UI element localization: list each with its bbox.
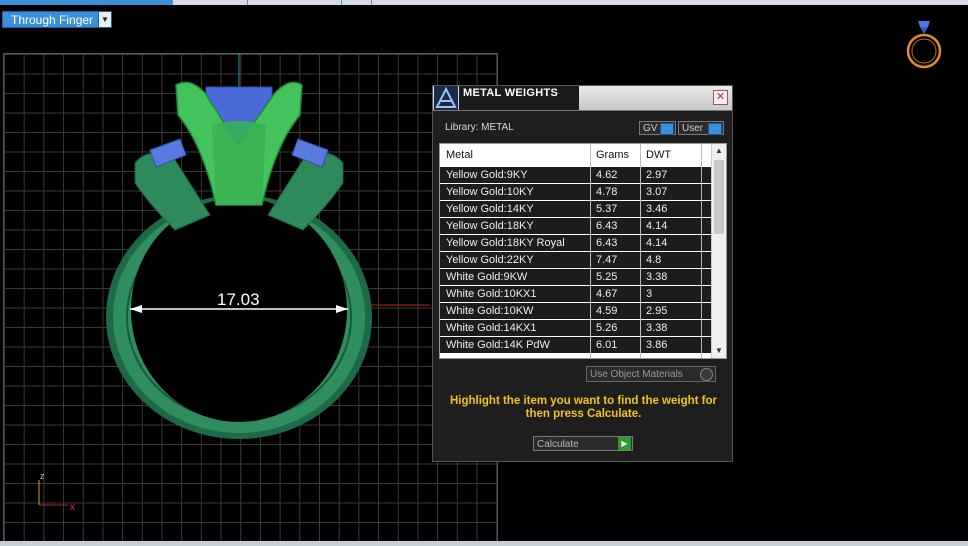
table-row[interactable]: White Gold:10KX1 4.67 3 xyxy=(440,286,712,302)
scroll-down-icon[interactable]: ▼ xyxy=(712,344,726,358)
calculate-button[interactable]: Calculate ▶ xyxy=(533,436,633,451)
cell-grams: 6.01 xyxy=(596,339,618,351)
cell-metal: Yellow Gold:18KY Royal xyxy=(446,237,565,249)
user-toggle[interactable]: User xyxy=(678,121,724,135)
toggle-knob xyxy=(660,123,674,135)
metal-table[interactable]: Metal Grams DWT Yellow Gold:9KY 4.62 2.97 Y… xyxy=(439,143,727,359)
user-toggle-label: User xyxy=(682,123,704,134)
axis-x-label: x xyxy=(70,502,75,513)
cell-dwt: 3.38 xyxy=(646,271,668,283)
cell-metal: Yellow Gold:9KY xyxy=(446,169,528,181)
cell-grams: 5.26 xyxy=(596,322,618,334)
column-divider xyxy=(701,144,702,358)
cell-dwt: 2.95 xyxy=(646,305,668,317)
cell-dwt: 4.14 xyxy=(646,220,668,232)
scroll-thumb[interactable] xyxy=(714,160,724,234)
cell-dwt: 3.86 xyxy=(646,339,668,351)
cell-metal: White Gold:14K PdW xyxy=(446,339,550,351)
cell-grams: 4.67 xyxy=(596,288,618,300)
cell-metal: White Gold:10KX1 xyxy=(446,288,537,300)
cell-dwt: 2.97 xyxy=(646,169,668,181)
table-row[interactable]: Yellow Gold:18KY 6.43 4.14 xyxy=(440,218,712,234)
toggle-knob xyxy=(708,123,722,135)
status-strip xyxy=(0,541,968,546)
table-row[interactable]: Yellow Gold:10KY 4.78 3.07 xyxy=(440,184,712,200)
column-header-grams[interactable]: Grams xyxy=(596,149,629,161)
ring-view-icon[interactable] xyxy=(902,17,946,73)
cell-grams: 6.43 xyxy=(596,237,618,249)
table-row[interactable]: Yellow Gold:9KY 4.62 2.97 xyxy=(440,167,712,183)
cell-metal: White Gold:10KW xyxy=(446,305,534,317)
axis-z-label: z xyxy=(40,471,45,481)
cell-metal: Yellow Gold:18KY xyxy=(446,220,534,232)
cell-metal: Yellow Gold:22KY xyxy=(446,254,534,266)
cell-metal: Yellow Gold:14KY xyxy=(446,203,534,215)
cell-grams: 4.59 xyxy=(596,305,618,317)
table-header: Metal Grams DWT xyxy=(440,144,712,167)
radio-knob xyxy=(700,368,713,381)
cell-metal: White Gold:9KW xyxy=(446,271,528,283)
cell-metal: White Gold:14KX1 xyxy=(446,322,537,334)
close-icon[interactable]: ✕ xyxy=(713,90,728,105)
column-header-metal[interactable]: Metal xyxy=(446,149,473,161)
column-divider xyxy=(640,144,641,358)
table-row[interactable]: Yellow Gold:14KY 5.37 3.46 xyxy=(440,201,712,217)
use-object-materials-toggle[interactable]: Use Object Materials xyxy=(586,366,716,382)
library-label: Library: METAL xyxy=(445,122,514,133)
table-scrollbar[interactable]: ▲ ▼ xyxy=(711,144,726,358)
calculate-label: Calculate xyxy=(537,439,579,450)
gv-toggle[interactable]: GV xyxy=(639,121,676,135)
column-divider xyxy=(590,144,591,358)
cell-dwt: 3.07 xyxy=(646,186,668,198)
column-header-dwt[interactable]: DWT xyxy=(646,149,671,161)
instruction-text: Highlight the item you want to find the … xyxy=(449,395,718,420)
panel-titlebar[interactable]: METAL WEIGHTS ✕ xyxy=(433,86,732,111)
ring-size-dimension: 17.03 xyxy=(217,290,260,309)
table-row[interactable]: Yellow Gold:18KY Royal 6.43 4.14 xyxy=(440,235,712,251)
metal-weights-panel: METAL WEIGHTS ✕ Library: METAL GV User M… xyxy=(432,85,733,462)
cell-grams: 7.47 xyxy=(596,254,618,266)
cell-grams: 5.25 xyxy=(596,271,618,283)
cell-dwt: 3.46 xyxy=(646,203,668,215)
cell-dwt: 4.14 xyxy=(646,237,668,249)
cell-grams: 4.62 xyxy=(596,169,618,181)
cell-dwt: 3.38 xyxy=(646,322,668,334)
table-row[interactable]: White Gold:14KX1 5.26 3.38 xyxy=(440,320,712,336)
table-body: Yellow Gold:9KY 4.62 2.97 Yellow Gold:10KY 4… xyxy=(440,167,712,354)
table-row[interactable]: Yellow Gold:22KY 7.47 4.8 xyxy=(440,252,712,268)
use-object-materials-label: Use Object Materials xyxy=(590,369,683,380)
cell-grams: 5.37 xyxy=(596,203,618,215)
gv-toggle-label: GV xyxy=(643,123,658,134)
panel-title: METAL WEIGHTS xyxy=(463,87,559,99)
app-logo-icon xyxy=(434,86,458,110)
cell-dwt: 4.8 xyxy=(646,254,662,266)
play-icon: ▶ xyxy=(618,437,631,450)
table-row[interactable]: White Gold:9KW 5.25 3.38 xyxy=(440,269,712,285)
table-row[interactable]: White Gold:14K PdW 6.01 3.86 xyxy=(440,337,712,353)
cell-grams: 4.78 xyxy=(596,186,618,198)
cell-dwt: 3 xyxy=(646,288,653,300)
table-row[interactable]: White Gold:10KW 4.59 2.95 xyxy=(440,303,712,319)
cell-metal: Yellow Gold:10KY xyxy=(446,186,534,198)
cell-grams: 6.43 xyxy=(596,220,618,232)
scroll-up-icon[interactable]: ▲ xyxy=(712,144,726,158)
